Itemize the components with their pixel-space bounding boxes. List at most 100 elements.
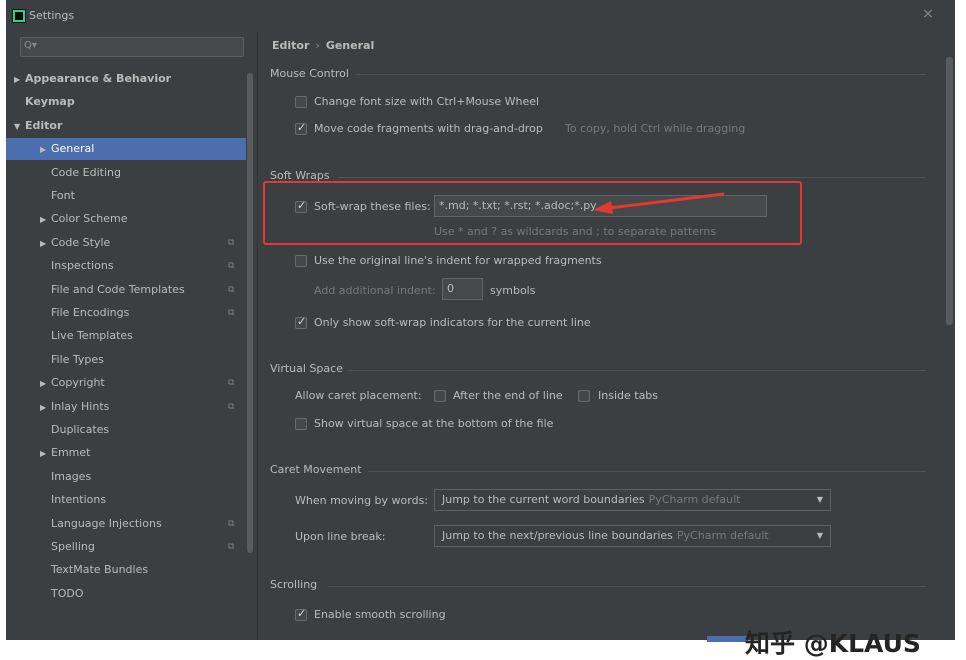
sidebar-item-file-types[interactable]: File Types [51, 349, 104, 371]
search-input[interactable]: Q▾ [20, 37, 244, 57]
sidebar-item-label: Spelling [51, 540, 95, 553]
sidebar-item-label: Inspections [51, 259, 114, 273]
project-scope-icon: ⧉ [228, 518, 235, 529]
moving-by-words-default: PyCharm default [648, 493, 741, 506]
inside-tabs-checkbox[interactable] [578, 390, 590, 402]
additional-indent-unit: symbols [490, 284, 536, 297]
annotation-arrow [593, 192, 725, 214]
search-icon: Q▾ [24, 40, 37, 51]
project-scope-icon: ⧉ [228, 542, 235, 552]
sidebar-item-inspections[interactable]: Inspections ⧉ [51, 255, 234, 277]
moving-by-words-select[interactable]: Jump to the current word boundaries PyCha… [434, 489, 831, 511]
sidebar-item-label: TextMate Bundles [51, 563, 149, 577]
breadcrumb: Editor › General [272, 39, 374, 52]
sidebar-item-label: Language Injections [51, 516, 162, 530]
additional-indent-label: Add additional indent: [314, 284, 436, 297]
collapsed-arrow-icon[interactable]: ▶ [40, 209, 51, 231]
pycharm-logo-icon [12, 9, 26, 23]
after-end-of-line-label: After the end of line [453, 389, 563, 402]
sidebar-item-label: Editor [25, 118, 63, 132]
section-divider [356, 74, 926, 75]
section-virtual-space: Virtual Space [270, 362, 343, 375]
sidebar-item-file-encodings[interactable]: File Encodings ⧉ [51, 302, 234, 324]
section-mouse-control: Mouse Control [270, 67, 349, 80]
breadcrumb-editor[interactable]: Editor [272, 39, 309, 52]
upon-line-break-label: Upon line break: [295, 530, 386, 543]
sidebar-scrollbar[interactable] [247, 73, 253, 553]
sidebar-item-todo[interactable]: TODO [51, 583, 84, 605]
settings-dialog: Settings × Q▾ ▶ Appearance & Behavior Keym… [6, 0, 955, 640]
sidebar-item-appearance-behavior[interactable]: ▶ Appearance & Behavior [14, 68, 171, 90]
sidebar-item-label: File and Code Templates [51, 282, 185, 296]
sidebar-item-label: General [51, 142, 95, 156]
font-size-wheel-checkbox[interactable] [295, 96, 307, 108]
main-scrollbar[interactable] [946, 57, 953, 325]
watermark-bar [707, 636, 747, 642]
sidebar-item-label: Copyright [51, 376, 105, 390]
sidebar-item-code-style[interactable]: ▶ Code Style ⧉ [40, 232, 234, 255]
project-scope-icon: ⧉ [228, 237, 235, 248]
project-scope-icon: ⧉ [228, 308, 235, 318]
sidebar-item-label: Color Scheme [51, 212, 128, 226]
collapsed-arrow-icon[interactable]: ▶ [40, 443, 51, 465]
virtual-space-bottom-label: Show virtual space at the bottom of the … [314, 417, 554, 430]
inside-tabs-label: Inside tabs [598, 389, 659, 402]
sidebar-item-language-injections[interactable]: Language Injections ⧉ [51, 513, 234, 535]
sidebar-item-label: Keymap [25, 95, 75, 109]
sidebar-item-label: Live Templates [51, 329, 133, 343]
sidebar-item-file-and-code-templates[interactable]: File and Code Templates ⧉ [51, 279, 234, 301]
virtual-space-bottom-checkbox[interactable] [295, 418, 307, 430]
sidebar-item-label: TODO [51, 586, 84, 600]
upon-line-break-value: Jump to the next/previous line boundarie… [442, 529, 673, 542]
project-scope-icon: ⧉ [228, 284, 235, 295]
sidebar-item-emmet[interactable]: ▶ Emmet [40, 442, 90, 464]
sidebar-item-textmate-bundles[interactable]: TextMate Bundles [51, 559, 148, 581]
watermark-text: 知乎 @KLAUS [745, 629, 921, 658]
close-icon[interactable]: × [920, 6, 936, 24]
after-end-of-line-checkbox[interactable] [434, 390, 446, 402]
sidebar-item-general[interactable]: ▶ General [6, 138, 246, 161]
sidebar-item-label: File Encodings [51, 306, 130, 319]
collapsed-arrow-icon[interactable]: ▶ [40, 373, 51, 395]
expanded-arrow-icon[interactable]: ▼ [14, 116, 25, 138]
sidebar-item-live-templates[interactable]: Live Templates [51, 325, 133, 347]
soft-wrap-indicators-checkbox[interactable] [295, 315, 307, 329]
settings-sidebar: Q▾ ▶ Appearance & Behavior Keymap ▼ Editor ▶ G… [6, 31, 258, 640]
sidebar-item-font[interactable]: Font [51, 185, 75, 207]
collapsed-arrow-icon[interactable]: ▶ [40, 233, 51, 255]
sidebar-item-intentions[interactable]: Intentions [51, 489, 106, 511]
sidebar-item-label: Inlay Hints [51, 399, 110, 413]
sidebar-item-spelling[interactable]: Spelling ⧉ [51, 536, 234, 558]
section-divider [328, 586, 926, 587]
sidebar-item-label: File Types [51, 352, 104, 366]
section-scrolling: Scrolling [270, 578, 318, 591]
settings-panel: Editor › General Mouse Control Change font… [258, 31, 955, 640]
sidebar-item-label: Code Style [51, 235, 111, 249]
upon-line-break-default: PyCharm default [676, 529, 769, 542]
sidebar-item-label: Code Editing [51, 165, 121, 179]
sidebar-item-color-scheme[interactable]: ▶ Color Scheme [40, 208, 127, 230]
sidebar-item-images[interactable]: Images [51, 466, 91, 488]
breadcrumb-separator: › [315, 39, 320, 52]
drag-drop-label: Move code fragments with drag-and-drop [314, 122, 543, 135]
moving-by-words-value: Jump to the current word boundaries [442, 493, 645, 506]
font-size-wheel-label: Change font size with Ctrl+Mouse Wheel [314, 95, 540, 108]
sidebar-item-editor[interactable]: ▼ Editor [14, 115, 62, 137]
project-scope-icon: ⧉ [228, 401, 235, 412]
sidebar-item-duplicates[interactable]: Duplicates [51, 419, 109, 441]
collapsed-arrow-icon[interactable]: ▶ [40, 139, 51, 161]
original-indent-checkbox[interactable] [295, 255, 307, 267]
sidebar-item-copyright[interactable]: ▶ Copyright ⧉ [40, 372, 234, 395]
drag-drop-checkbox[interactable] [295, 121, 307, 135]
smooth-scrolling-label: Enable smooth scrolling [314, 608, 446, 621]
sidebar-item-label: Font [51, 189, 75, 202]
collapsed-arrow-icon[interactable]: ▶ [14, 69, 25, 91]
collapsed-arrow-icon[interactable]: ▶ [40, 397, 51, 419]
sidebar-item-inlay-hints[interactable]: ▶ Inlay Hints ⧉ [40, 396, 234, 419]
additional-indent-input[interactable]: 0 [442, 278, 483, 300]
sidebar-item-keymap[interactable]: Keymap [25, 91, 75, 113]
section-divider [348, 370, 926, 371]
upon-line-break-select[interactable]: Jump to the next/previous line boundarie… [434, 525, 831, 547]
sidebar-item-code-editing[interactable]: Code Editing [51, 162, 121, 184]
smooth-scrolling-checkbox[interactable] [295, 607, 307, 621]
